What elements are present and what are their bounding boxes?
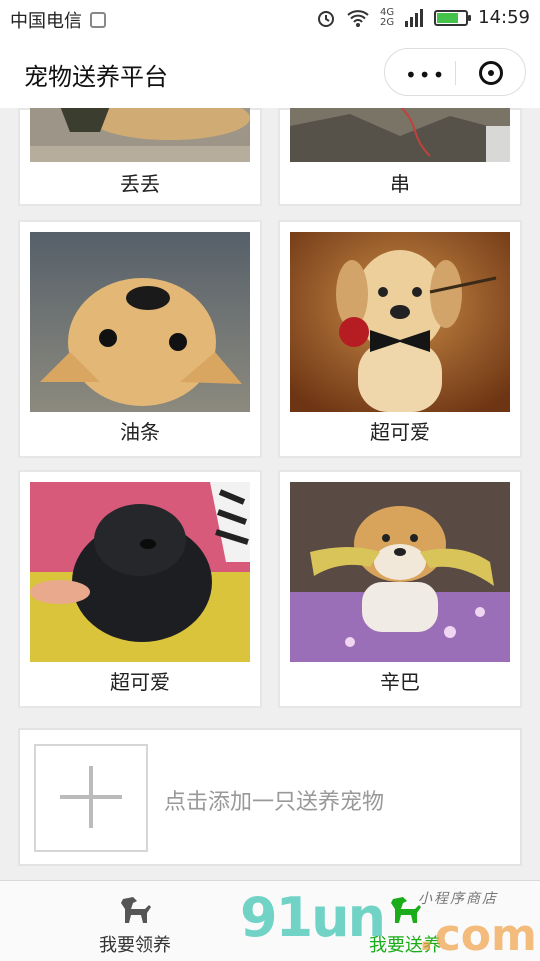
pet-card[interactable]: 超可爱 bbox=[278, 220, 522, 458]
more-icon[interactable]: ••• bbox=[405, 63, 446, 87]
alarm-icon bbox=[318, 10, 334, 27]
network-type: 4G 2G bbox=[380, 7, 395, 28]
watermark-subtitle: 小程序商店 bbox=[418, 891, 498, 907]
pet-card[interactable]: 辛巴 bbox=[278, 470, 522, 708]
close-miniprogram-icon[interactable] bbox=[479, 61, 503, 85]
pet-card[interactable]: 串 bbox=[278, 108, 522, 206]
wifi-icon bbox=[347, 9, 369, 27]
miniprogram-capsule: ••• bbox=[384, 48, 526, 96]
battery-level bbox=[437, 12, 459, 23]
carrier-label: 中国电信 bbox=[10, 11, 82, 32]
network-bottom: 2G bbox=[380, 16, 395, 28]
pet-card[interactable]: 油条 bbox=[18, 220, 262, 458]
pet-photo bbox=[290, 232, 510, 412]
signal-icon bbox=[405, 8, 424, 27]
pet-photo bbox=[30, 482, 250, 662]
add-pet-button[interactable]: 点击添加一只送养宠物 bbox=[18, 728, 522, 866]
dog-icon bbox=[121, 897, 151, 923]
pet-card[interactable]: 丢丢 bbox=[18, 108, 262, 206]
watermark-logo-domain: .com bbox=[418, 910, 537, 961]
pet-photo bbox=[290, 482, 510, 662]
plus-icon-vertical bbox=[89, 766, 93, 828]
battery-icon bbox=[434, 9, 472, 26]
tab-adopt-label: 我要领养 bbox=[99, 935, 171, 956]
image-notification-icon bbox=[90, 12, 106, 28]
capsule-divider bbox=[455, 61, 456, 85]
pet-name: 油条 bbox=[120, 420, 160, 444]
pet-name: 超可爱 bbox=[110, 670, 170, 694]
pet-photo bbox=[30, 108, 250, 162]
pet-name: 丢丢 bbox=[120, 172, 160, 196]
pet-name: 辛巴 bbox=[380, 670, 420, 694]
tab-adopt[interactable]: 我要领养 bbox=[0, 881, 270, 961]
nav-bar: 宠物送养平台 ••• bbox=[0, 36, 540, 108]
pet-name: 串 bbox=[390, 172, 410, 196]
add-pet-label: 点击添加一只送养宠物 bbox=[164, 790, 385, 815]
page-title: 宠物送养平台 bbox=[24, 63, 168, 91]
pet-list[interactable]: 丢丢 串 油条 超可爱 超可爱 辛巴 点击添加一只送养宠物 bbox=[0, 108, 540, 880]
watermark-logo: 91un bbox=[240, 886, 386, 949]
pet-name: 超可爱 bbox=[370, 420, 430, 444]
status-bar: 中国电信 4G 2G 14:59 bbox=[0, 0, 540, 36]
pet-card[interactable]: 超可爱 bbox=[18, 470, 262, 708]
pet-photo bbox=[30, 232, 250, 412]
pet-photo bbox=[290, 108, 510, 162]
add-pet-placeholder[interactable] bbox=[34, 744, 148, 852]
clock: 14:59 bbox=[478, 7, 530, 28]
